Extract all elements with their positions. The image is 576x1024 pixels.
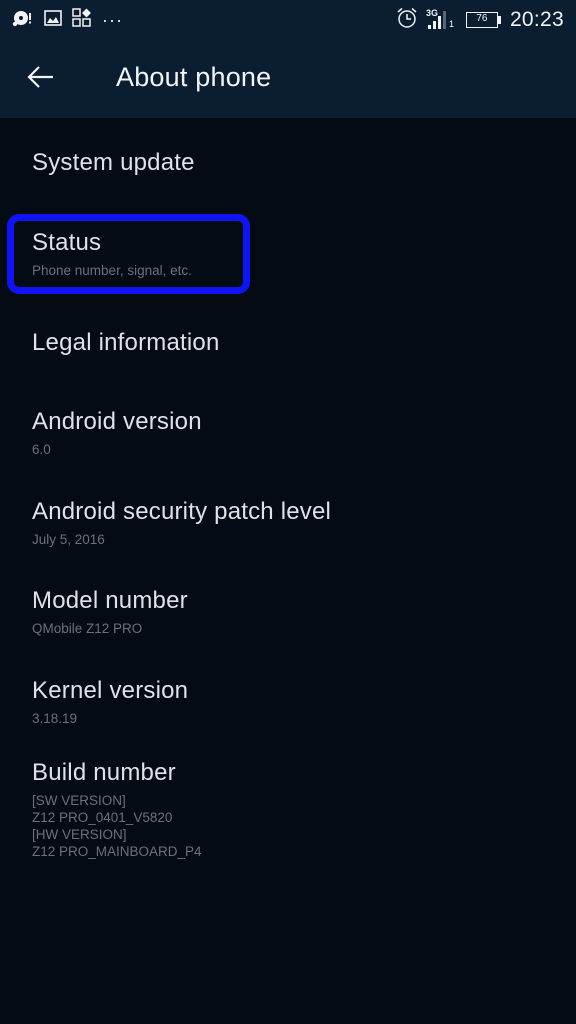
sim-slot-label: 1: [448, 19, 454, 29]
sync-alert-icon: [12, 9, 34, 32]
arrow-back-icon: [27, 65, 55, 94]
item-title: Android version: [32, 408, 202, 435]
build-hw-version-value: Z12 PRO_MAINBOARD_P4: [32, 844, 202, 859]
item-subtitle: 3.18.19: [32, 711, 78, 726]
battery-icon: 76: [465, 12, 502, 28]
about-phone-screen: ··· 3G 1 76 20:23 About phone System upd…: [0, 0, 576, 1024]
battery-level: 76: [476, 13, 488, 24]
more-notifications-icon: ···: [102, 10, 123, 30]
list-item-model-number[interactable]: Model number QMobile Z12 PRO: [0, 574, 576, 648]
app-bar: About phone: [0, 40, 576, 118]
item-title: Build number: [32, 759, 176, 786]
item-title: Status: [32, 229, 102, 256]
status-bar: ··· 3G 1 76 20:23: [0, 0, 576, 40]
build-hw-version-label: [HW VERSION]: [32, 827, 127, 842]
item-title: Android security patch level: [32, 498, 332, 525]
build-sw-version-value: Z12 PRO_0401_V5820: [32, 810, 173, 825]
item-subtitle: QMobile Z12 PRO: [32, 621, 143, 636]
item-title: Legal information: [32, 329, 220, 356]
image-notification-icon: [44, 9, 62, 31]
notification-icons: ···: [12, 7, 123, 33]
build-sw-version-label: [SW VERSION]: [32, 793, 126, 808]
system-icons: 3G 1 76 20:23: [396, 6, 564, 34]
clock: 20:23: [509, 8, 564, 31]
item-title: Model number: [32, 587, 188, 614]
list-item-build-number[interactable]: Build number [SW VERSION] Z12 PRO_0401_V…: [0, 746, 576, 866]
list-item-android-version[interactable]: Android version 6.0: [0, 395, 576, 469]
item-subtitle: 6.0: [32, 442, 51, 457]
page-title: About phone: [116, 62, 272, 92]
item-title: Kernel version: [32, 677, 189, 704]
list-item-security-patch-level[interactable]: Android security patch level July 5, 201…: [0, 485, 576, 559]
alarm-icon: [396, 7, 418, 34]
list-item-kernel-version[interactable]: Kernel version 3.18.19: [0, 664, 576, 738]
back-button[interactable]: [22, 60, 60, 98]
list-item-status[interactable]: Status Phone number, signal, etc.: [0, 218, 576, 292]
signal-3g-icon: 3G 1: [426, 8, 456, 32]
list-item-legal-information[interactable]: Legal information: [0, 310, 576, 380]
item-title: System update: [32, 149, 195, 176]
apps-notification-icon: [72, 7, 92, 33]
item-subtitle: Phone number, signal, etc.: [32, 263, 192, 278]
list-item-system-update[interactable]: System update: [0, 130, 576, 200]
item-subtitle: July 5, 2016: [32, 532, 105, 547]
